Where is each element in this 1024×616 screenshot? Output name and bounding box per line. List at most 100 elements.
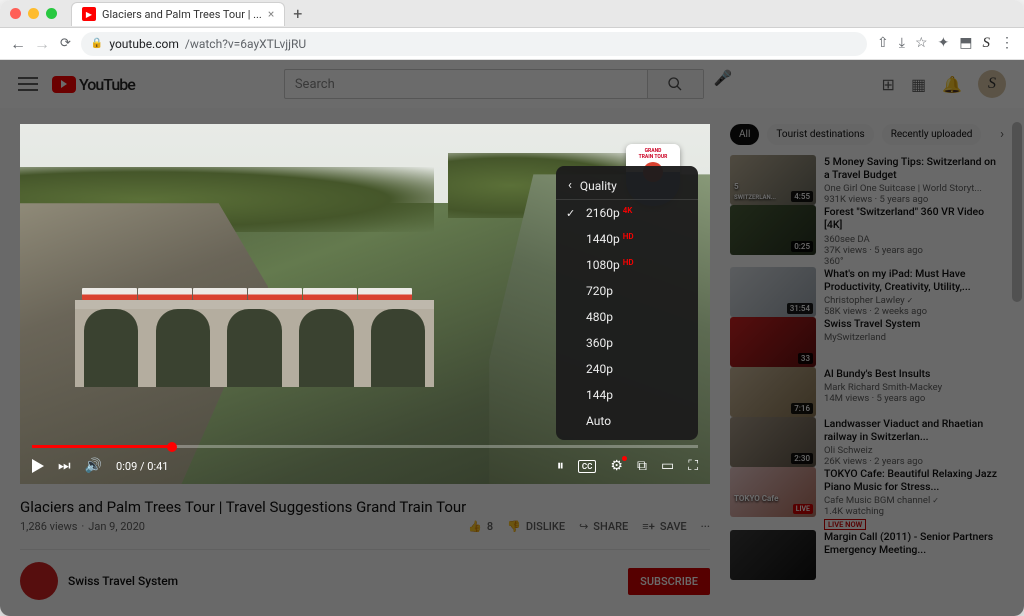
chips-scroll-right-icon[interactable]: › xyxy=(1000,127,1004,142)
search-box[interactable]: Search xyxy=(284,69,704,99)
profile-ext-icon[interactable]: S xyxy=(983,35,991,52)
view-count: 1,286 views xyxy=(20,520,77,533)
recommendation-title: Al Bundy's Best Insults xyxy=(824,367,1004,380)
voice-search-icon[interactable]: 🎤 xyxy=(714,69,733,99)
recommendation-item[interactable]: 33Swiss Travel SystemMySwitzerland xyxy=(730,317,1004,367)
download-icon[interactable]: ⤓ xyxy=(899,35,905,52)
like-button[interactable]: 👍8 xyxy=(468,520,493,533)
check-icon: ✓ xyxy=(566,207,575,220)
browser-menu-icon[interactable]: ⋮ xyxy=(1000,35,1014,52)
recommendation-item[interactable]: 31:54What's on my iPad: Must Have Produc… xyxy=(730,267,1004,317)
notifications-icon[interactable]: 🔔 xyxy=(942,75,962,94)
quality-option-Auto[interactable]: Auto xyxy=(556,408,698,434)
extension-icon[interactable]: ⬒ xyxy=(959,35,972,52)
recommendation-item[interactable]: Margin Call (2011) - Senior Partners Eme… xyxy=(730,530,1004,580)
quality-menu-header[interactable]: ‹ Quality xyxy=(556,172,698,200)
youtube-logo[interactable]: YouTube xyxy=(52,75,135,94)
autoplay-toggle[interactable]: ⏸ xyxy=(557,458,564,474)
quality-option-2160p[interactable]: ✓2160p4K xyxy=(556,200,698,226)
mac-titlebar: ▶ Glaciers and Palm Trees Tour | ... × + xyxy=(0,0,1024,28)
subscribe-button[interactable]: SUBSCRIBE xyxy=(628,568,710,595)
youtube-logo-icon xyxy=(52,76,76,93)
volume-icon[interactable]: 🔊 xyxy=(85,458,102,474)
recommendation-stats: 1.4K watching xyxy=(824,506,1004,517)
window-close[interactable] xyxy=(10,8,21,19)
recommendation-item[interactable]: TOKYO CafeLIVETOKYO Cafe: Beautiful Rela… xyxy=(730,467,1004,530)
youtube-favicon: ▶ xyxy=(82,7,96,21)
time-display: 0:09 / 0:41 xyxy=(116,460,168,473)
fullscreen-button[interactable]: ⛶ xyxy=(688,458,698,474)
settings-button[interactable]: ⚙ xyxy=(610,458,623,474)
quality-option-144p[interactable]: 144p xyxy=(556,382,698,408)
recommendation-stats: 58K views · 2 weeks ago xyxy=(824,306,1004,317)
lock-icon: 🔒 xyxy=(91,38,103,49)
create-icon[interactable]: ⊞ xyxy=(882,75,895,94)
recommendation-thumbnail: 0:25 xyxy=(730,205,816,255)
account-avatar[interactable]: S xyxy=(978,70,1006,98)
channel-avatar[interactable] xyxy=(20,562,58,600)
nav-forward-icon[interactable]: → xyxy=(34,34,50,54)
browser-tab[interactable]: ▶ Glaciers and Palm Trees Tour | ... × xyxy=(71,2,285,26)
recommendation-stats: 37K views · 5 years ago xyxy=(824,245,1004,256)
quality-menu-title: Quality xyxy=(580,179,617,193)
recommendation-item[interactable]: 5SWITZERLAN...4:555 Money Saving Tips: S… xyxy=(730,155,1004,205)
quality-option-240p[interactable]: 240p xyxy=(556,356,698,382)
recommendation-thumbnail: 2:30 xyxy=(730,417,816,467)
url-bar[interactable]: 🔒 youtube.com/watch?v=6ayXTLvjjRU xyxy=(81,32,867,56)
video-title: Glaciers and Palm Trees Tour | Travel Su… xyxy=(20,498,710,516)
share-icon[interactable]: ⇧ xyxy=(877,35,889,52)
chip-tourist[interactable]: Tourist destinations xyxy=(767,124,873,145)
chevron-left-icon: ‹ xyxy=(568,178,572,193)
recommendation-thumbnail: 31:54 xyxy=(730,267,816,317)
miniplayer-button[interactable]: ⧉ xyxy=(637,458,647,474)
quality-option-360p[interactable]: 360p xyxy=(556,330,698,356)
extension-puzzle-icon[interactable]: ✦ xyxy=(938,35,950,52)
scrollbar[interactable] xyxy=(1012,122,1022,302)
filter-chips-row: All Tourist destinations Recently upload… xyxy=(730,124,1004,145)
recommendation-channel: Mark Richard Smith-Mackey xyxy=(824,382,1004,393)
share-arrow-icon: ↪ xyxy=(579,520,588,533)
recommendation-thumbnail: TOKYO CafeLIVE xyxy=(730,467,816,517)
youtube-masthead: YouTube Search 🎤 ⊞ ▦ 🔔 S xyxy=(0,60,1024,108)
next-button[interactable]: ⏭ xyxy=(58,458,71,474)
recommendation-title: 5 Money Saving Tips: Switzerland on a Tr… xyxy=(824,155,1004,181)
search-input[interactable]: Search xyxy=(285,70,647,98)
apps-icon[interactable]: ▦ xyxy=(911,75,926,94)
quality-option-1440p[interactable]: 1440pHD xyxy=(556,226,698,252)
window-minimize[interactable] xyxy=(28,8,39,19)
play-button[interactable] xyxy=(32,459,44,473)
recommendation-title: Margin Call (2011) - Senior Partners Eme… xyxy=(824,530,1004,556)
guide-menu-icon[interactable] xyxy=(18,77,38,91)
recommendation-item[interactable]: 2:30 Landwasser Viaduct and Rhaetian rail… xyxy=(730,417,1004,467)
theater-button[interactable]: ▭ xyxy=(661,458,674,474)
recommendation-item[interactable]: 7:16Al Bundy's Best InsultsMark Richard … xyxy=(730,367,1004,417)
subtitles-button[interactable]: CC xyxy=(578,460,596,473)
tab-close-icon[interactable]: × xyxy=(268,7,274,21)
bookmark-icon[interactable]: ☆ xyxy=(915,35,928,52)
recommendation-channel: 360see DA xyxy=(824,234,1004,245)
share-button[interactable]: ↪SHARE xyxy=(579,520,628,533)
recommendation-title: Landwasser Viaduct and Rhaetian railway … xyxy=(824,417,1004,443)
reload-icon[interactable]: ⟳ xyxy=(60,36,71,51)
nav-back-icon[interactable]: ← xyxy=(10,34,26,54)
chip-recent[interactable]: Recently uploaded xyxy=(882,124,982,145)
more-actions-button[interactable]: ··· xyxy=(701,520,710,533)
window-zoom[interactable] xyxy=(46,8,57,19)
quality-option-1080p[interactable]: 1080pHD xyxy=(556,252,698,278)
recommendation-stats: 931K views · 5 years ago xyxy=(824,194,1004,205)
quality-option-480p[interactable]: 480p xyxy=(556,304,698,330)
url-path: /watch?v=6ayXTLvjjRU xyxy=(185,37,306,51)
video-player[interactable]: GRAND TRAIN TOUR ‹ Quality ✓2160p4K1440p… xyxy=(20,124,710,484)
dislike-button[interactable]: 👎DISLIKE xyxy=(507,520,565,533)
tab-title: Glaciers and Palm Trees Tour | ... xyxy=(102,8,262,21)
search-button[interactable] xyxy=(647,70,703,98)
new-tab-button[interactable]: + xyxy=(293,4,302,23)
recommendation-item[interactable]: 0:25Forest "Switzerland" 360 VR Video [4… xyxy=(730,205,1004,266)
chip-all[interactable]: All xyxy=(730,124,759,145)
url-host: youtube.com xyxy=(109,37,179,51)
publish-date: Jan 9, 2020 xyxy=(88,520,145,533)
quality-option-720p[interactable]: 720p xyxy=(556,278,698,304)
channel-name[interactable]: Swiss Travel System xyxy=(68,574,178,588)
recommendation-thumbnail xyxy=(730,530,816,580)
save-button[interactable]: ≡+SAVE xyxy=(642,520,686,533)
